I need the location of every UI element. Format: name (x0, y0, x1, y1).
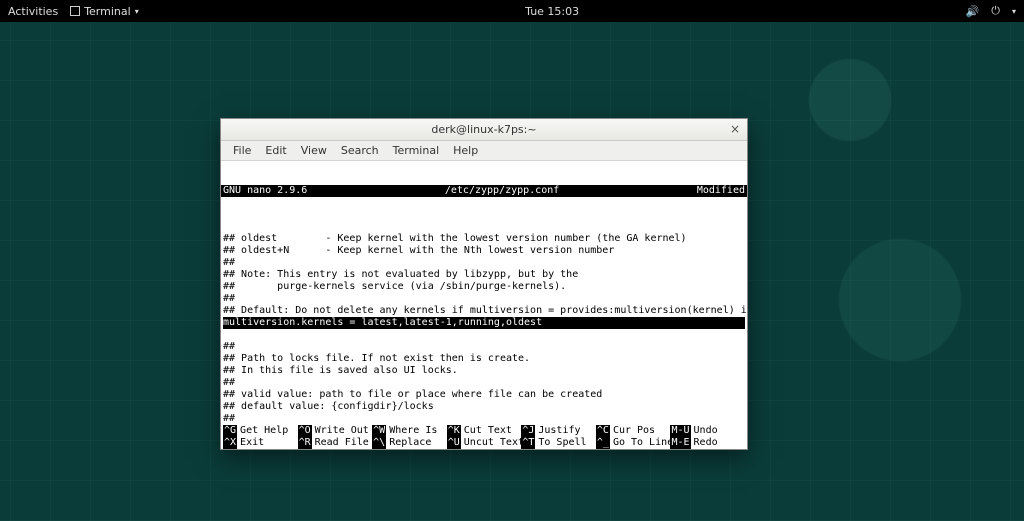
shortcut-key: ^W (372, 425, 386, 437)
nano-shortcut: ^JJustify (521, 425, 596, 437)
nano-shortcut: ^KCut Text (447, 425, 522, 437)
shortcut-label: Read File (315, 437, 369, 449)
shortcut-key: ^_ (596, 437, 610, 449)
nano-header: GNU nano 2.9.6 /etc/zypp/zypp.conf Modif… (221, 185, 747, 197)
nano-shortcut: ^XExit (223, 437, 298, 449)
text-line: ## oldest+N - Keep kernel with the Nth l… (223, 245, 745, 257)
nano-shortcut: ^CCur Pos (596, 425, 671, 437)
shortcut-key: ^R (298, 437, 312, 449)
shortcut-label: Go To Line (613, 437, 671, 449)
terminal-menubar: File Edit View Search Terminal Help (221, 141, 747, 161)
nano-shortcut: ^RRead File (298, 437, 373, 449)
text-line: ## In this file is saved also UI locks. (223, 365, 745, 377)
nano-shortcut: M-U Undo (670, 425, 745, 437)
window-titlebar[interactable]: derk@linux-k7ps:~ × (221, 119, 747, 141)
clock[interactable]: Tue 15:03 (525, 5, 579, 18)
shortcut-key: ^O (298, 425, 312, 437)
shortcut-label: To Spell (538, 437, 586, 449)
gnome-topbar: Activities Terminal ▾ Tue 15:03 🔊 ⏻ ▾ (0, 0, 1024, 22)
close-button[interactable]: × (727, 122, 743, 138)
text-line: ## Default: Do not delete any kernels if… (223, 305, 745, 317)
shortcut-label: Exit (240, 437, 264, 449)
active-app-menu[interactable]: Terminal ▾ (70, 5, 139, 18)
nano-shortcut: M-E Redo (670, 437, 745, 449)
nano-shortcut: ^GGet Help (223, 425, 298, 437)
menu-terminal[interactable]: Terminal (387, 142, 446, 159)
shortcut-key: ^G (223, 425, 237, 437)
text-line: ## default value: {configdir}/locks (223, 401, 745, 413)
shortcut-label: Cut Text (464, 425, 512, 437)
activities-button[interactable]: Activities (8, 5, 58, 18)
nano-shortcut-row: ^XExit^RRead File^\Replace^UUncut Text^T… (223, 437, 745, 449)
shortcut-key: ^J (521, 425, 535, 437)
text-line: ## oldest - Keep kernel with the lowest … (223, 233, 745, 245)
window-title: derk@linux-k7ps:~ (431, 123, 536, 136)
nano-modified-flag: Modified (697, 185, 745, 197)
nano-shortcut: ^_Go To Line (596, 437, 671, 449)
shortcut-label: Where Is (389, 425, 437, 437)
shortcut-label: Justify (538, 425, 580, 437)
shortcut-label: Undo (694, 425, 718, 437)
terminal-app-icon (70, 6, 80, 16)
text-line: ## (223, 413, 745, 425)
nano-shortcut: ^TTo Spell (521, 437, 596, 449)
shortcut-key: ^X (223, 437, 237, 449)
menu-search[interactable]: Search (335, 142, 385, 159)
power-icon[interactable]: ⏻ (991, 4, 1000, 18)
nano-filename: /etc/zypp/zypp.conf (307, 185, 697, 197)
active-app-label: Terminal (84, 5, 131, 18)
system-menu-dropdown-icon[interactable]: ▾ (1012, 7, 1016, 16)
menu-view[interactable]: View (295, 142, 333, 159)
shortcut-label: Uncut Text (464, 437, 522, 449)
nano-shortcut: ^OWrite Out (298, 425, 373, 437)
nano-body: ## oldest - Keep kernel with the lowest … (221, 221, 747, 449)
shortcut-key: ^C (596, 425, 610, 437)
text-line (223, 329, 745, 341)
shortcut-label: Redo (694, 437, 718, 449)
shortcut-key: M-E (670, 437, 690, 449)
volume-icon[interactable]: 🔊 (966, 5, 980, 18)
shortcut-key: M-U (670, 425, 690, 437)
shortcut-label: Get Help (240, 425, 288, 437)
nano-footer: ^GGet Help^OWrite Out^WWhere Is^KCut Tex… (221, 425, 747, 449)
nano-shortcut: ^WWhere Is (372, 425, 447, 437)
text-line: ## Note: This entry is not evaluated by … (223, 269, 745, 281)
shortcut-key: ^\ (372, 437, 386, 449)
shortcut-key: ^K (447, 425, 461, 437)
text-line: ## (223, 341, 745, 353)
shortcut-key: ^U (447, 437, 461, 449)
nano-shortcut: ^UUncut Text (447, 437, 522, 449)
nano-cursor-line: multiversion.kernels = latest,latest-1,r… (223, 317, 745, 329)
menu-file[interactable]: File (227, 142, 257, 159)
shortcut-label: Cur Pos (613, 425, 655, 437)
nano-shortcut: ^\Replace (372, 437, 447, 449)
terminal-content[interactable]: GNU nano 2.9.6 /etc/zypp/zypp.conf Modif… (221, 161, 747, 449)
text-line: ## (223, 257, 745, 269)
text-line (223, 221, 745, 233)
shortcut-label: Replace (389, 437, 431, 449)
text-line: ## valid value: path to file or place wh… (223, 389, 745, 401)
nano-shortcut-row: ^GGet Help^OWrite Out^WWhere Is^KCut Tex… (223, 425, 745, 437)
text-line: ## Path to locks file. If not exist then… (223, 353, 745, 365)
terminal-window: derk@linux-k7ps:~ × File Edit View Searc… (220, 118, 748, 450)
shortcut-label: Write Out (315, 425, 369, 437)
menu-help[interactable]: Help (447, 142, 484, 159)
shortcut-key: ^T (521, 437, 535, 449)
text-line: ## (223, 293, 745, 305)
text-line: ## (223, 377, 745, 389)
nano-version: GNU nano 2.9.6 (223, 185, 307, 197)
text-line: ## purge-kernels service (via /sbin/purg… (223, 281, 745, 293)
menu-edit[interactable]: Edit (259, 142, 292, 159)
